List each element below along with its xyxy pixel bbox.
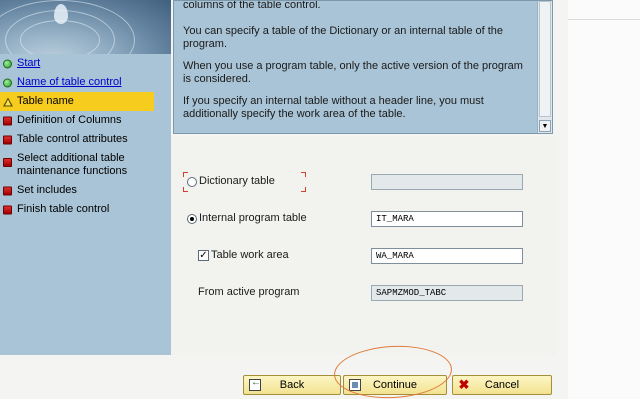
- internal-program-table-row: Internal program table IT_MARA: [171, 209, 556, 229]
- step-current-icon: [3, 97, 13, 106]
- step-definition-of-columns: Definition of Columns: [0, 111, 171, 130]
- back-button[interactable]: Back: [243, 375, 341, 395]
- internal-program-table-field[interactable]: IT_MARA: [371, 211, 523, 227]
- step-additional-functions: Select additional table maintenance func…: [0, 149, 171, 181]
- internal-program-table-label: Internal program table: [199, 212, 307, 224]
- cancel-button[interactable]: ✖ Cancel: [452, 375, 552, 395]
- table-work-area-label: Table work area: [211, 249, 289, 261]
- step-pending-icon: [3, 135, 12, 144]
- step-pending-icon: [3, 158, 12, 167]
- dictionary-table-field: [371, 174, 523, 190]
- help-paragraph: When you use a program table, only the a…: [183, 60, 523, 85]
- step-name-of-table-control[interactable]: Name of table control: [0, 73, 171, 92]
- step-done-icon: [3, 59, 12, 68]
- step-pending-icon: [3, 186, 12, 195]
- scroll-down-arrow-icon[interactable]: ▼: [539, 120, 551, 132]
- help-paragraph: columns of the table control.: [183, 0, 321, 11]
- step-pending-icon: [3, 205, 12, 214]
- step-done-icon: [3, 78, 12, 87]
- continue-icon: [349, 379, 361, 391]
- dictionary-table-radio[interactable]: [187, 177, 197, 187]
- table-work-area-checkbox[interactable]: ✓: [198, 250, 209, 261]
- step-set-includes: Set includes: [0, 181, 171, 200]
- wizard-steps: Start Name of table control Table name D…: [0, 54, 171, 219]
- table-work-area-field[interactable]: WA_MARA: [371, 248, 523, 264]
- help-paragraph: You can specify a table of the Dictionar…: [183, 25, 504, 50]
- table-selection-form: Dictionary table Internal program table …: [171, 136, 556, 355]
- from-active-program-row: From active program SAPMZMOD_TABC: [171, 283, 556, 303]
- help-text-panel: columns of the table control. You can sp…: [173, 0, 553, 134]
- step-table-control-attributes: Table control attributes: [0, 130, 171, 149]
- dictionary-table-label: Dictionary table: [199, 175, 275, 187]
- cancel-icon: ✖: [458, 377, 470, 392]
- step-start[interactable]: Start: [0, 54, 171, 73]
- help-scrollbar[interactable]: ▼: [537, 1, 552, 133]
- wizard-banner-image: [0, 0, 171, 54]
- continue-button[interactable]: Continue: [343, 375, 447, 395]
- step-table-name: Table name: [0, 92, 154, 111]
- wizard-sidebar: Start Name of table control Table name D…: [0, 0, 171, 355]
- internal-program-table-radio[interactable]: [187, 214, 197, 224]
- right-margin: [568, 0, 640, 399]
- back-icon: [249, 377, 261, 391]
- table-work-area-row: ✓ Table work area WA_MARA: [171, 246, 556, 266]
- from-active-program-label: From active program: [198, 286, 300, 298]
- scrollbar-thumb[interactable]: [539, 1, 551, 117]
- from-active-program-field: SAPMZMOD_TABC: [371, 285, 523, 301]
- dictionary-table-row: Dictionary table: [171, 172, 556, 192]
- right-divider: [568, 19, 640, 20]
- help-paragraph: If you specify an internal table without…: [183, 95, 484, 120]
- step-pending-icon: [3, 116, 12, 125]
- help-text: columns of the table control. You can sp…: [183, 0, 528, 130]
- wizard-button-bar: Back Continue ✖ Cancel: [0, 373, 568, 399]
- step-finish-table-control: Finish table control: [0, 200, 171, 219]
